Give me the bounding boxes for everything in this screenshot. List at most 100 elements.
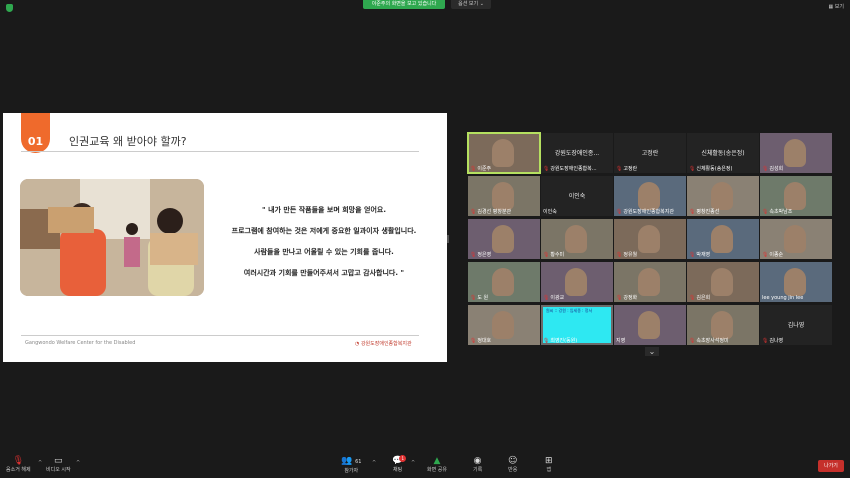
participant-video [711,268,733,296]
participants-label: 참가자 [344,468,359,474]
participant-name-label: 🎙 정유월 [616,251,637,259]
participant-tile[interactable]: 이인숙 이인숙 [541,176,613,216]
participant-video [492,182,514,210]
participant-tile[interactable]: 🎙 황수미 [541,219,613,259]
participants-button[interactable]: 👥 61 참가자 [341,456,361,474]
participant-name: lee young jin lee [762,295,804,301]
muted-mic-icon: 🎙 [762,165,769,172]
participant-tile[interactable]: 지영 [614,305,686,345]
view-options-button[interactable]: 옵션 보기 ⌄ [451,0,491,9]
participant-video [784,139,806,167]
participant-tile[interactable]: 🎙 도 원 [468,262,540,302]
participant-tile[interactable]: 고정란 🎙 고정란 [614,133,686,173]
reactions-button[interactable]: ☺ 반응 [508,456,517,473]
muted-mic-icon: 🎙 [616,208,623,215]
muted-mic-icon: 🎙 [616,294,623,301]
unmute-button[interactable]: 🎙 음소거 해제 [6,456,31,473]
quote-line: " 내가 만든 작품들을 보며 희망을 얻어요. [262,206,386,214]
record-label: 기록 [473,467,483,473]
view-button-label: 보기 [834,4,844,10]
participant-video [711,182,733,210]
participant-name-label: 🎙 정대호 [470,337,492,345]
participant-name-label: 🎙 고정란 [616,165,637,173]
participant-name: 정대호 [477,338,492,344]
participant-name-label: 🎙 속초장사석정미 [689,337,729,345]
view-button[interactable]: ▦ 보기 [828,3,844,10]
muted-mic-icon: 🎙 [543,251,550,258]
participant-tile[interactable]: 🎙 정대호 [468,305,540,345]
leave-button[interactable]: 나가기 [818,460,844,472]
view-options-label: 옵션 보기 [458,1,479,7]
share-screen-icon: ▲ [433,456,441,466]
chat-button[interactable]: 💬 1 채팅 [392,455,407,473]
participant-tile[interactable]: 🎙 정유월 [614,219,686,259]
participant-tile[interactable]: 🎙 박재영 [687,219,759,259]
split-handle[interactable] [447,235,449,243]
participant-name: 황수미 [550,252,565,258]
video-options-caret[interactable]: ^ [76,460,80,466]
slide-number: 01 [21,113,50,153]
participant-tile[interactable]: 🎙 김성희 [760,133,832,173]
participant-tile[interactable]: 🎙 이종순 [760,219,832,259]
participant-tile[interactable]: 원씨 :: 강원 : 임세종 : 정서 🎙 최영진(동원) [541,305,613,345]
participant-name: 평창진종선 [696,209,720,215]
participant-tile[interactable]: lee young jin lee [760,262,832,302]
muted-mic-icon: 🎙 [689,251,696,258]
participant-name: 강원도장애인종합복... [550,166,597,172]
participant-video [638,311,660,339]
participant-display-name: 강원도장애인종... [554,150,600,157]
start-video-button[interactable]: ▭ 비디오 시작 [46,456,71,473]
chevron-down-icon[interactable]: ⌄ [645,347,659,356]
participants-count: 61 [355,459,362,465]
participant-name-label: 🎙 이준주 [470,165,491,173]
record-button[interactable]: ◉ 기록 [473,456,482,473]
participant-tile[interactable]: 🎙 평창진종선 [687,176,759,216]
participant-video [638,225,660,253]
microphone-muted-icon: 🎙 [12,456,25,466]
participant-video [784,225,806,253]
apps-icon: ⊞ [545,456,553,466]
slide-photo [20,179,204,296]
security-shield-icon[interactable] [6,4,13,12]
participant-name: 최영진(동원) [550,338,578,344]
participant-video [492,225,514,253]
reactions-label: 반응 [508,467,518,473]
participant-video [711,225,733,253]
participant-tile[interactable]: 🎙 강정화 [614,262,686,302]
muted-mic-icon: 🎙 [689,208,696,215]
muted-mic-icon: 🎙 [616,251,623,258]
audio-options-caret[interactable]: ^ [38,460,42,466]
participant-tile[interactable]: 🎙 이준주 [467,132,541,174]
share-label: 화면 공유 [427,467,447,473]
participant-tile[interactable]: 🎙 이광교 [541,262,613,302]
participant-tile[interactable]: 🎙 정은영 [468,219,540,259]
participant-tile[interactable]: 🎙 김경선 평창분관 [468,176,540,216]
participant-video [565,268,587,296]
participant-tile[interactable]: 김나영 🎙 김나영 [760,305,832,345]
participant-name: 지영 [616,338,626,344]
participant-video [638,182,660,210]
video-label: 비디오 시작 [46,467,71,473]
participant-tile[interactable]: 🎙 속초장사석정미 [687,305,759,345]
participant-video [565,225,587,253]
muted-mic-icon: 🎙 [470,294,477,301]
participant-tile[interactable]: 강원도장애인종... 🎙 강원도장애인종합복... [541,133,613,173]
participant-tile[interactable]: 🎙 강원도장애인종합복지관 [614,176,686,216]
participant-tile[interactable]: 신체활동(송은정) 🎙 신체활동(송은정) [687,133,759,173]
share-screen-button[interactable]: ▲ 화면 공유 [427,456,447,473]
participant-name: 이광교 [550,295,565,301]
apps-button[interactable]: ⊞ 앱 [545,456,553,473]
chat-caret[interactable]: ^ [411,460,415,466]
participant-name-label: 🎙 신체활동(송은정) [689,165,732,173]
participant-name-label: 🎙 강원도장애인종합복... [543,165,597,173]
participant-name: 김은희 [696,295,711,301]
participant-video [784,182,806,210]
participant-name: 김성희 [769,166,784,172]
participants-caret[interactable]: ^ [372,460,376,466]
quote-line: 여러시간과 기회를 만들어주셔서 고맙고 감사합니다. " [243,269,405,277]
sharing-status-badge[interactable]: 이준주의 화면을 보고 있습니다 [363,0,445,9]
participant-tile[interactable]: 🎙 김은희 [687,262,759,302]
participant-tile[interactable]: 🎙 속초박남조 [760,176,832,216]
participant-name-label: 🎙 김은희 [689,294,711,302]
photo-image [20,179,204,296]
